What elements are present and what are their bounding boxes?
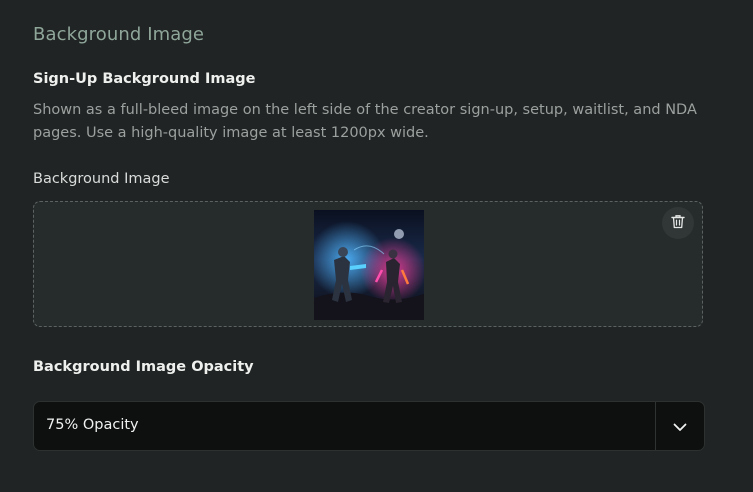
image-dropzone[interactable] [33, 201, 703, 327]
delete-image-button[interactable] [662, 207, 694, 239]
opacity-dropdown-toggle[interactable] [656, 402, 704, 450]
opacity-select[interactable]: 75% Opacity [33, 401, 705, 451]
opacity-label: Background Image Opacity [33, 359, 254, 375]
signup-background-description: Shown as a full-bleed image on the left … [33, 102, 697, 141]
section-title: Background Image [33, 24, 205, 45]
background-image-preview [314, 210, 424, 320]
background-image-label: Background Image [33, 171, 170, 187]
trash-icon [671, 214, 685, 233]
opacity-select-value: 75% Opacity [46, 417, 139, 433]
chevron-down-icon [673, 417, 687, 436]
signup-background-title: Sign-Up Background Image [33, 71, 256, 87]
